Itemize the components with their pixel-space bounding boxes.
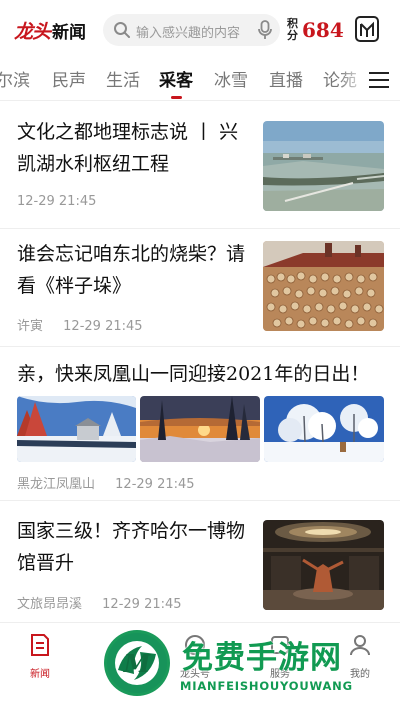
watermark-logo-letter: M bbox=[123, 649, 152, 678]
active-tab-indicator bbox=[171, 96, 182, 99]
article-title: 国家三级！齐齐哈尔一博物馆晋升 bbox=[17, 520, 246, 574]
search-input[interactable]: 输入感兴趣的内容 bbox=[103, 14, 280, 46]
channel-tabs: 尔滨 民声 生活 采客 冰雪 直播 论苑 bbox=[0, 62, 400, 101]
channel-menu-icon[interactable] bbox=[355, 16, 379, 42]
points-value: 684 bbox=[302, 18, 344, 42]
article-thumbnail bbox=[264, 396, 384, 462]
article-time: 12-29 21:45 bbox=[17, 194, 97, 209]
article-title: 谁会忘记咱东北的烧柴？请看《柈子垛》 bbox=[17, 243, 246, 297]
logo-brand-text: 龙头 bbox=[14, 20, 51, 43]
article-thumbnail bbox=[17, 396, 136, 462]
article-meta: 文旅昂昂溪 12-29 21:45 bbox=[17, 593, 182, 612]
article-time: 12-29 21:45 bbox=[63, 319, 143, 334]
article-source: 黑龙江凤凰山 bbox=[17, 477, 96, 492]
watermark-subtitle: MIANFEISHOUYOUWANG bbox=[180, 679, 353, 693]
points-counter[interactable]: 积分 684 bbox=[287, 14, 344, 46]
list-item[interactable]: 国家三级！齐齐哈尔一博物馆晋升 文旅昂昂溪 12-29 21:45 bbox=[0, 500, 400, 620]
list-item[interactable]: 文化之都地理标志说 丨 兴凯湖水利枢纽工程 12-29 21:45 bbox=[0, 106, 400, 229]
article-thumbnail bbox=[263, 241, 384, 331]
article-source: 文旅昂昂溪 bbox=[17, 597, 83, 612]
watermark: M 免费手游网 MIANFEISHOUYOUWANG bbox=[100, 628, 400, 700]
search-placeholder: 输入感兴趣的内容 bbox=[136, 26, 241, 41]
tab-caike[interactable]: 采客 bbox=[159, 66, 193, 91]
tabs-fade bbox=[338, 62, 368, 98]
bottom-tab-news[interactable]: 新闻 bbox=[10, 633, 70, 680]
article-source: 许寅 bbox=[17, 319, 44, 334]
tab-zhibo[interactable]: 直播 bbox=[269, 66, 303, 91]
logo-name-text: 新闻 bbox=[52, 22, 87, 43]
app-logo[interactable]: 龙头 新闻 bbox=[14, 16, 86, 44]
article-time: 12-29 21:45 bbox=[102, 597, 182, 612]
article-meta: 12-29 21:45 bbox=[17, 194, 96, 209]
watermark-logo: M bbox=[104, 630, 170, 696]
article-thumbnail bbox=[263, 520, 384, 610]
news-icon bbox=[31, 634, 49, 656]
watermark-title: 免费手游网 bbox=[182, 640, 342, 676]
article-time: 12-29 21:45 bbox=[115, 477, 195, 492]
tab-erbin[interactable]: 尔滨 bbox=[0, 66, 30, 91]
hamburger-menu-icon[interactable] bbox=[368, 70, 390, 90]
article-meta: 黑龙江凤凰山 12-29 21:45 bbox=[17, 473, 195, 492]
list-item[interactable]: 亲，快来凤凰山一同迎接2021年的日出！ 黑龙江凤凰山 12-29 21:45 bbox=[0, 346, 400, 501]
microphone-icon[interactable] bbox=[257, 20, 273, 40]
article-thumbnail bbox=[263, 121, 384, 211]
tab-minsheng[interactable]: 民声 bbox=[52, 66, 86, 91]
search-icon bbox=[114, 22, 130, 38]
article-thumbnail bbox=[140, 396, 260, 462]
bottom-tab-label: 新闻 bbox=[30, 669, 50, 680]
tab-shenghuo[interactable]: 生活 bbox=[106, 66, 140, 91]
points-label: 积分 bbox=[287, 17, 298, 42]
app-header: 龙头 新闻 输入感兴趣的内容 积分 684 bbox=[0, 0, 400, 56]
list-item[interactable]: 谁会忘记咱东北的烧柴？请看《柈子垛》 许寅 12-29 21:45 bbox=[0, 228, 400, 347]
article-title: 亲，快来凤凰山一同迎接2021年的日出！ bbox=[17, 363, 370, 385]
article-title: 文化之都地理标志说 丨 兴凯湖水利枢纽工程 bbox=[17, 121, 239, 175]
article-meta: 许寅 12-29 21:45 bbox=[17, 315, 143, 334]
tab-bingxue[interactable]: 冰雪 bbox=[214, 66, 248, 91]
